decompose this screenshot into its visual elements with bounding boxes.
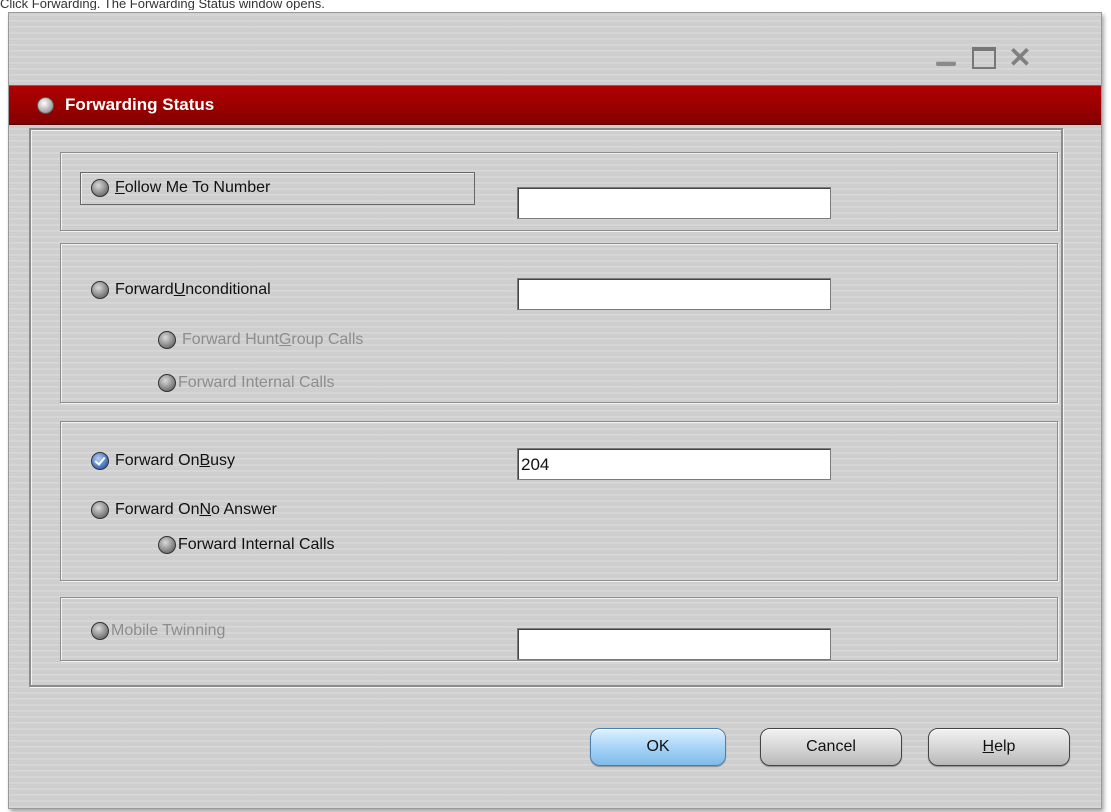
radio-icon [91, 622, 109, 640]
unconditional-forward-internal-calls-radio[interactable]: Forward Internal Calls [158, 374, 335, 392]
window-title: Forwarding Status [65, 95, 215, 114]
forward-on-busy-radio[interactable]: Forward On Busy [91, 452, 235, 470]
help-accel: H [982, 738, 995, 755]
follow-me-number-input[interactable] [517, 187, 831, 219]
label-part: usy [210, 452, 236, 469]
radio-icon [91, 179, 109, 197]
maximize-icon [972, 47, 996, 69]
radio-icon [91, 501, 109, 519]
follow-me-radio[interactable]: Follow Me To Number [91, 179, 270, 197]
forward-hunt-group-calls-radio[interactable]: Forward Hunt Group Calls [158, 331, 363, 349]
window-titlebar: Forwarding Status [9, 85, 1101, 125]
forward-unconditional-radio[interactable]: Forward Unconditional [91, 281, 271, 299]
follow-me-label: ollow Me To Number [124, 179, 271, 196]
forward-on-no-answer-radio[interactable]: Forward On No Answer [91, 501, 277, 519]
label-text: Mobile Twinning [111, 622, 226, 639]
minimize-button[interactable] [931, 43, 961, 73]
label-part: nconditional [185, 281, 271, 298]
title-orb-icon [37, 97, 54, 114]
help-label: elp [994, 738, 1016, 755]
label-accel: B [199, 452, 211, 469]
label-part: Forward On [115, 501, 200, 518]
noanswer-forward-internal-calls-radio[interactable]: Forward Internal Calls [158, 536, 335, 554]
label-accel: G [278, 331, 292, 348]
radio-icon [158, 536, 176, 554]
label-accel: N [199, 501, 212, 518]
label-text: Forward Internal Calls [178, 374, 335, 391]
mobile-twinning-radio[interactable]: Mobile Twinning [91, 622, 225, 640]
ok-button[interactable]: OK [590, 728, 726, 766]
label-part: roup Calls [291, 331, 364, 348]
label-part: Forward On [115, 452, 200, 469]
follow-me-accel: F [115, 179, 125, 196]
label-accel: U [173, 281, 186, 298]
label-part: Forward Hunt [182, 331, 279, 348]
label-text: Forward Internal Calls [178, 536, 335, 553]
forward-unconditional-input[interactable] [517, 278, 831, 310]
radio-icon [158, 374, 176, 392]
maximize-button[interactable] [969, 43, 999, 73]
radio-icon [158, 331, 176, 349]
cancel-button[interactable]: Cancel [760, 728, 902, 766]
forward-on-busy-input[interactable]: 204 [517, 448, 831, 480]
help-button[interactable]: Help [928, 728, 1070, 766]
radio-icon [91, 281, 109, 299]
mobile-twinning-input[interactable] [517, 628, 831, 660]
label-part: Forward [115, 281, 174, 298]
close-icon: ✕ [1008, 42, 1032, 73]
minimize-icon [936, 60, 956, 66]
radio-checked-icon [91, 452, 109, 470]
caption-text: Click Forwarding. The Forwarding Status … [0, 0, 325, 10]
close-button[interactable]: ✕ [1005, 43, 1035, 73]
label-part: o Answer [211, 501, 277, 518]
